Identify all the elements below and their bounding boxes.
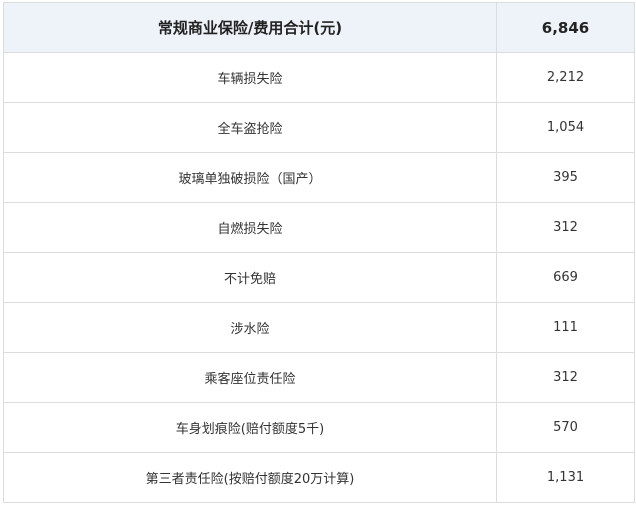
table-row: 涉水险 111 (3, 302, 635, 353)
table-row: 不计免赔 669 (3, 252, 635, 303)
table-row: 车辆损失险 2,212 (3, 52, 635, 103)
table-header-row: 常规商业保险/费用合计(元) 6,846 (3, 2, 635, 53)
table-row: 自燃损失险 312 (3, 202, 635, 253)
item-label: 自燃损失险 (3, 202, 497, 253)
item-value: 1,131 (496, 452, 635, 503)
table-row: 乘客座位责任险 312 (3, 352, 635, 403)
item-value: 570 (496, 402, 635, 453)
item-value: 669 (496, 252, 635, 303)
item-value: 1,054 (496, 102, 635, 153)
insurance-cost-table-container: 常规商业保险/费用合计(元) 6,846 车辆损失险 2,212 全车盗抢险 1… (3, 2, 635, 503)
item-value: 312 (496, 352, 635, 403)
table-row: 车身划痕险(赔付额度5千) 570 (3, 402, 635, 453)
item-label: 玻璃单独破损险（国产） (3, 152, 497, 203)
table-row: 全车盗抢险 1,054 (3, 102, 635, 153)
item-value: 395 (496, 152, 635, 203)
item-label: 乘客座位责任险 (3, 352, 497, 403)
item-value: 111 (496, 302, 635, 353)
insurance-cost-table: 常规商业保险/费用合计(元) 6,846 车辆损失险 2,212 全车盗抢险 1… (3, 2, 635, 503)
total-value: 6,846 (496, 2, 635, 53)
item-label: 车身划痕险(赔付额度5千) (3, 402, 497, 453)
item-label: 第三者责任险(按赔付额度20万计算) (3, 452, 497, 503)
item-value: 312 (496, 202, 635, 253)
table-row: 第三者责任险(按赔付额度20万计算) 1,131 (3, 452, 635, 503)
item-label: 不计免赔 (3, 252, 497, 303)
item-label: 涉水险 (3, 302, 497, 353)
item-value: 2,212 (496, 52, 635, 103)
item-label: 全车盗抢险 (3, 102, 497, 153)
item-label: 车辆损失险 (3, 52, 497, 103)
table-row: 玻璃单独破损险（国产） 395 (3, 152, 635, 203)
total-label: 常规商业保险/费用合计(元) (3, 2, 497, 53)
